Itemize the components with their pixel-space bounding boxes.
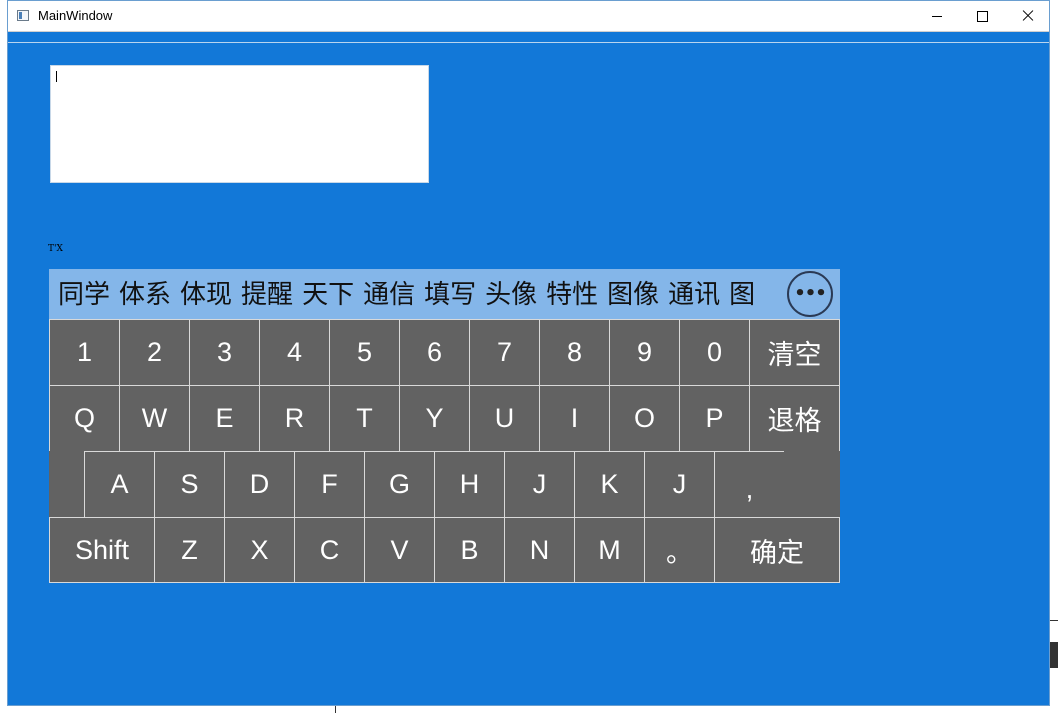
backspace-key[interactable]: 退格 <box>749 385 840 452</box>
candidate-word[interactable]: 填写 <box>424 278 476 312</box>
key-letter[interactable]: T <box>329 385 400 452</box>
more-icon: ••• <box>794 283 827 304</box>
candidate-word[interactable]: 体现 <box>180 278 232 312</box>
key-letter[interactable]: J <box>504 451 575 518</box>
key-digit[interactable]: 6 <box>399 319 470 386</box>
confirm-key[interactable]: 确定 <box>714 517 840 583</box>
app-icon <box>17 10 29 21</box>
candidate-word[interactable]: 天下 <box>302 278 354 312</box>
background-scroll-fragment <box>1050 642 1058 668</box>
maximize-button[interactable] <box>959 1 1005 31</box>
key-letter[interactable]: E <box>189 385 260 452</box>
text-caret <box>56 71 57 82</box>
key-letter[interactable]: M <box>574 517 645 583</box>
window-client-area: T'X 同学 体系 体现 提醒 天下 通信 填写 头像 特性 图像 通讯图 ••• 12345678… <box>8 32 1049 706</box>
key-digit[interactable]: 9 <box>609 319 680 386</box>
candidate-word[interactable]: 体系 <box>119 278 171 312</box>
key-letter[interactable]: W <box>119 385 190 452</box>
close-button[interactable] <box>1005 1 1051 31</box>
title-bar[interactable]: MainWindow <box>8 1 1049 32</box>
keyboard-spacer <box>784 451 840 517</box>
candidate-word[interactable]: 特性 <box>546 278 598 312</box>
key-letter[interactable]: B <box>434 517 505 583</box>
key-letter[interactable]: , <box>714 451 785 518</box>
key-digit[interactable]: 5 <box>329 319 400 386</box>
key-digit[interactable]: 2 <box>119 319 190 386</box>
candidate-word[interactable]: 图像 <box>607 278 659 312</box>
key-letter[interactable]: J <box>644 451 715 518</box>
key-letter[interactable]: H <box>434 451 505 518</box>
key-letter[interactable]: R <box>259 385 330 452</box>
keyboard-spacer <box>49 451 85 517</box>
key-digit[interactable]: 8 <box>539 319 610 386</box>
key-letter[interactable]: V <box>364 517 435 583</box>
pinyin-label: T'X <box>48 244 63 254</box>
divider <box>8 42 1049 43</box>
candidate-word[interactable]: 通信 <box>363 278 415 312</box>
shift-key[interactable]: Shift <box>49 517 155 583</box>
key-digit[interactable]: 7 <box>469 319 540 386</box>
candidate-word[interactable]: 图 <box>729 278 755 312</box>
key-letter[interactable]: X <box>224 517 295 583</box>
main-window: MainWindow T'X 同学 体系 体现 提醒 天下 通信 填写 头像 特性 图像 通讯图 •… <box>7 0 1050 706</box>
key-letter[interactable]: S <box>154 451 225 518</box>
candidate-word[interactable]: 头像 <box>485 278 537 312</box>
key-digit[interactable]: 3 <box>189 319 260 386</box>
candidate-word[interactable]: 提醒 <box>241 278 293 312</box>
key-digit[interactable]: 1 <box>49 319 120 386</box>
key-letter[interactable]: U <box>469 385 540 452</box>
window-title: MainWindow <box>38 8 113 23</box>
candidate-list: 同学 体系 体现 提醒 天下 通信 填写 头像 特性 图像 通讯图 <box>58 278 782 312</box>
key-letter[interactable]: A <box>84 451 155 518</box>
minimize-button[interactable] <box>914 1 960 31</box>
close-icon <box>1022 10 1034 22</box>
on-screen-keyboard: 同学 体系 体现 提醒 天下 通信 填写 头像 特性 图像 通讯图 ••• 1 2 3 4 5 6 7 8 9 0 清空… <box>49 269 840 583</box>
text-input[interactable] <box>50 65 429 183</box>
key-letter[interactable]: Q <box>49 385 120 452</box>
key-letter[interactable]: C <box>294 517 365 583</box>
key-letter[interactable]: G <box>364 451 435 518</box>
background-divider <box>1050 620 1058 621</box>
key-letter[interactable]: Z <box>154 517 225 583</box>
key-letter[interactable]: Y <box>399 385 470 452</box>
maximize-icon <box>976 10 988 22</box>
key-letter[interactable]: K <box>574 451 645 518</box>
key-letter[interactable]: P <box>679 385 750 452</box>
minimize-icon <box>932 15 942 17</box>
clear-key[interactable]: 清空 <box>749 319 840 386</box>
candidate-bar: 同学 体系 体现 提醒 天下 通信 填写 头像 特性 图像 通讯图 ••• <box>49 269 840 319</box>
key-digit[interactable]: 0 <box>679 319 750 386</box>
key-letter[interactable]: O <box>609 385 680 452</box>
key-letter[interactable]: N <box>504 517 575 583</box>
key-digit[interactable]: 4 <box>259 319 330 386</box>
more-candidates-button[interactable]: ••• <box>787 271 833 317</box>
key-letter[interactable]: D <box>224 451 295 518</box>
key-letter[interactable]: F <box>294 451 365 518</box>
candidate-word[interactable]: 同学 <box>58 278 110 312</box>
candidate-word[interactable]: 通讯 <box>668 278 720 312</box>
key-letter[interactable]: I <box>539 385 610 452</box>
key-letter[interactable]: 。 <box>644 517 715 583</box>
